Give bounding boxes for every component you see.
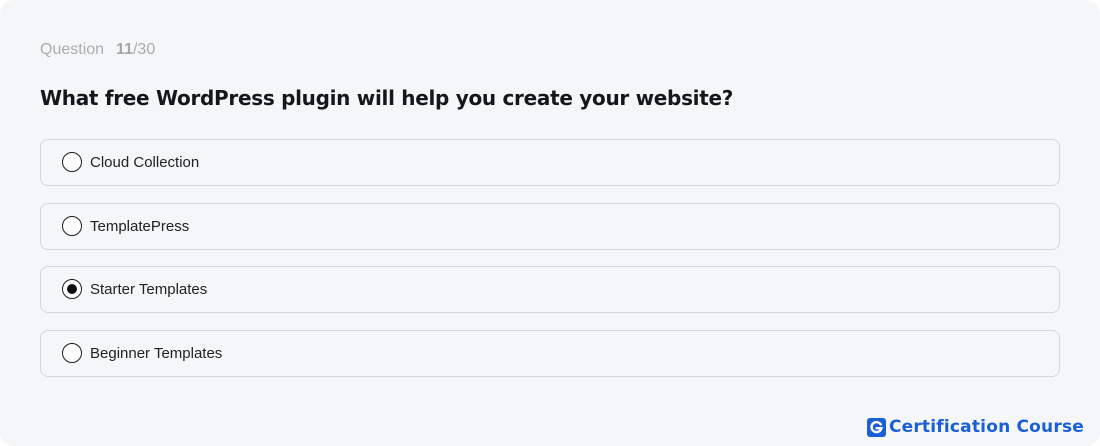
g-logo-icon bbox=[866, 417, 886, 437]
answer-option-4[interactable]: Beginner Templates bbox=[40, 329, 1060, 377]
brand-text: Certification Course bbox=[888, 417, 1084, 437]
question-counter: Question 11/30 bbox=[40, 40, 155, 60]
answer-options: Cloud Collection TemplatePress Starter T… bbox=[40, 139, 1060, 393]
question-label: Question bbox=[40, 41, 105, 58]
quiz-card: Question 11/30 What free WordPress plugin… bbox=[0, 0, 1100, 446]
answer-option-label: Beginner Templates bbox=[90, 344, 223, 362]
answer-option-1[interactable]: Cloud Collection bbox=[40, 139, 1060, 186]
radio-button[interactable] bbox=[62, 279, 82, 299]
radio-selected-dot bbox=[66, 283, 77, 294]
answer-option-2[interactable]: TemplatePress bbox=[40, 202, 1060, 250]
answer-option-3[interactable]: Starter Templates bbox=[40, 266, 1060, 313]
radio-button[interactable] bbox=[62, 342, 82, 363]
radio-button[interactable] bbox=[62, 152, 82, 172]
answer-option-label: Cloud Collection bbox=[90, 154, 200, 171]
question-current-number: 11 bbox=[116, 41, 133, 58]
question-total: /30 bbox=[132, 41, 156, 58]
question-text: What free WordPress plugin will help you… bbox=[40, 86, 734, 110]
answer-option-label: TemplatePress bbox=[90, 217, 190, 235]
brand-logo: Certification Course bbox=[866, 417, 1084, 437]
radio-button[interactable] bbox=[62, 215, 82, 236]
answer-option-label: Starter Templates bbox=[90, 281, 208, 298]
